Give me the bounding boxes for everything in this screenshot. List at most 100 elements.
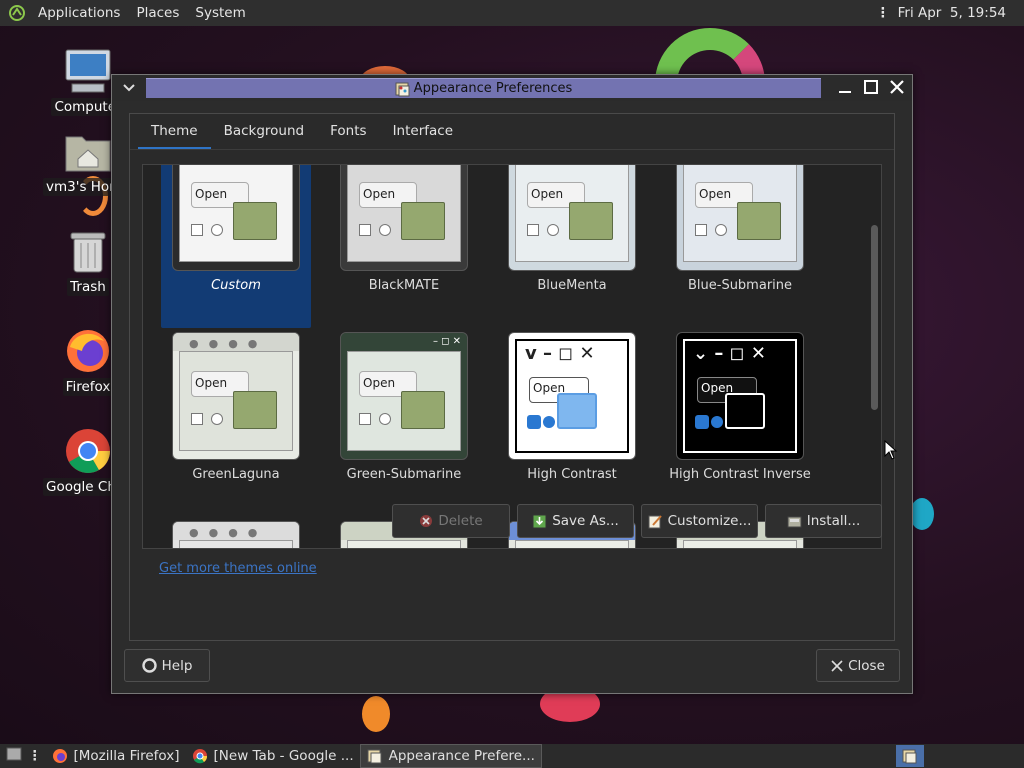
places-menu[interactable]: Places xyxy=(128,5,187,21)
firefox-icon xyxy=(67,330,109,372)
title-bar[interactable]: Appearance Preferences xyxy=(112,75,912,101)
notebook: Theme Background Fonts Interface – ◻ ✕ O… xyxy=(129,113,895,641)
clock[interactable]: Fri Apr 5, 19:54 xyxy=(898,5,1006,21)
taskbar-item-label: [Mozilla Firefox] xyxy=(73,748,180,764)
applications-menu[interactable]: Applications xyxy=(30,5,128,21)
system-menu[interactable]: System xyxy=(187,5,253,21)
theme-preview: – ◻ ✕ Open xyxy=(340,332,468,460)
minimize-icon xyxy=(839,91,851,93)
chevron-down-icon xyxy=(123,84,135,92)
bottom-panel: ⋮ [Mozilla Firefox] [New Tab - Google ..… xyxy=(0,744,1024,768)
delete-button[interactable]: Delete xyxy=(392,504,510,538)
theme-item[interactable]: – ◻ ✕ Open Blue-Submarine xyxy=(665,165,815,328)
theme-name: Green-Submarine xyxy=(346,467,462,482)
panel-options-icon[interactable]: ⋮ xyxy=(876,5,890,21)
delete-icon xyxy=(420,515,433,527)
window-menu-button[interactable] xyxy=(112,84,146,92)
install-button[interactable]: Install... xyxy=(765,504,882,538)
theme-preview: – ◻ ✕ Open xyxy=(676,165,804,271)
theme-item[interactable]: – ◻ ✕ Open BlueMenta xyxy=(497,165,647,328)
desktop-icon-label: Firefox xyxy=(62,378,114,396)
theme-preview: ⌄ – ◻ ✕ Open xyxy=(676,332,804,460)
theme-list[interactable]: – ◻ ✕ Open Custom – ◻ ✕ Open BlackMATE –… xyxy=(142,164,882,549)
desktop-icon-label: Trash xyxy=(67,278,109,296)
theme-preview: – ◻ ✕ Open xyxy=(172,165,300,271)
maximize-button[interactable] xyxy=(862,78,880,96)
get-more-themes-link[interactable]: Get more themes online xyxy=(159,561,317,576)
open-preview-label: Open xyxy=(363,376,396,390)
appearance-icon xyxy=(902,749,917,764)
close-icon xyxy=(831,659,843,672)
theme-preview: ●●●● Open xyxy=(172,332,300,460)
appearance-preferences-window: Appearance Preferences Theme Background … xyxy=(111,74,913,694)
top-panel: Applications Places System ⋮ Fri Apr 5, … xyxy=(0,0,1024,26)
theme-name: High Contrast Inverse xyxy=(669,467,811,482)
taskbar-item-label: Appearance Prefere... xyxy=(388,748,535,764)
theme-preview: – ◻ ✕ Open xyxy=(508,165,636,271)
theme-name: High Contrast xyxy=(527,467,617,482)
appearance-icon xyxy=(367,749,382,764)
close-label: Close xyxy=(848,657,885,674)
chrome-icon xyxy=(192,749,207,764)
open-preview-label: Open xyxy=(195,187,228,201)
mouse-pointer-icon xyxy=(884,440,898,460)
tab-fonts[interactable]: Fonts xyxy=(317,123,379,149)
theme-name: GreenLaguna xyxy=(192,467,280,482)
tab-bar: Theme Background Fonts Interface xyxy=(130,114,894,150)
theme-name: Blue-Submarine xyxy=(687,278,793,293)
save-as-button[interactable]: Save As... xyxy=(517,504,634,538)
mate-logo-icon[interactable] xyxy=(8,4,26,22)
theme-item[interactable]: ●●●● Open xyxy=(161,521,311,548)
taskbar-item-chrome[interactable]: [New Tab - Google ... xyxy=(186,744,360,768)
save-icon xyxy=(532,514,547,528)
customize-button[interactable]: Customize... xyxy=(641,504,758,538)
home-folder-icon xyxy=(65,136,111,172)
help-label: Help xyxy=(161,657,193,674)
customize-icon xyxy=(648,514,662,528)
install-icon xyxy=(787,516,802,527)
vertical-scrollbar[interactable] xyxy=(871,225,878,410)
taskbar-item-label: [New Tab - Google ... xyxy=(213,748,354,764)
install-label: Install... xyxy=(806,513,861,529)
theme-name: BlueMenta xyxy=(537,278,607,293)
close-button[interactable]: Close xyxy=(816,649,900,682)
firefox-icon xyxy=(52,749,67,763)
theme-preview: – ◻ ✕ Open xyxy=(340,165,468,271)
taskbar-item-firefox[interactable]: [Mozilla Firefox] xyxy=(46,744,186,768)
theme-item[interactable]: – ◻ ✕ Open Custom xyxy=(161,165,311,328)
show-desktop-icon[interactable] xyxy=(0,747,28,765)
close-window-button[interactable] xyxy=(888,78,906,96)
appearance-icon xyxy=(395,82,410,96)
decor-blob xyxy=(362,696,390,732)
open-preview-label: Open xyxy=(195,376,228,390)
close-icon xyxy=(890,80,904,94)
workspace-switcher[interactable] xyxy=(896,745,924,767)
help-icon xyxy=(141,658,157,673)
save-as-label: Save As... xyxy=(552,513,619,529)
theme-item[interactable]: ●●●● Open GreenLaguna xyxy=(161,332,311,517)
open-preview-label: Open xyxy=(699,187,732,201)
computer-icon xyxy=(65,49,111,93)
decor-blob xyxy=(910,498,934,530)
tab-interface[interactable]: Interface xyxy=(380,123,466,149)
chrome-icon xyxy=(66,429,110,473)
delete-label: Delete xyxy=(438,513,483,529)
theme-item[interactable]: – ◻ ✕ Open Green-Submarine xyxy=(329,332,479,517)
tab-background[interactable]: Background xyxy=(211,123,318,149)
minimize-button[interactable] xyxy=(836,78,854,96)
theme-preview: v – ◻ ✕ Open xyxy=(508,332,636,460)
panel-separator-icon: ⋮ xyxy=(28,748,42,764)
theme-item[interactable]: – ◻ ✕ Open BlackMATE xyxy=(329,165,479,328)
taskbar-item-appearance[interactable]: Appearance Prefere... xyxy=(359,744,542,768)
theme-preview: ●●●● Open xyxy=(172,521,300,548)
theme-name: BlackMATE xyxy=(368,278,440,293)
title-area[interactable]: Appearance Preferences xyxy=(146,78,821,98)
theme-item[interactable]: ⌄ – ◻ ✕ Open High Contrast Inverse xyxy=(665,332,815,517)
maximize-icon xyxy=(864,80,878,94)
open-preview-label: Open xyxy=(363,187,396,201)
theme-item[interactable]: v – ◻ ✕ Open High Contrast xyxy=(497,332,647,517)
trash-icon xyxy=(70,232,106,273)
tab-theme[interactable]: Theme xyxy=(138,123,211,149)
help-button[interactable]: Help xyxy=(124,649,210,682)
open-preview-label: Open xyxy=(531,187,564,201)
